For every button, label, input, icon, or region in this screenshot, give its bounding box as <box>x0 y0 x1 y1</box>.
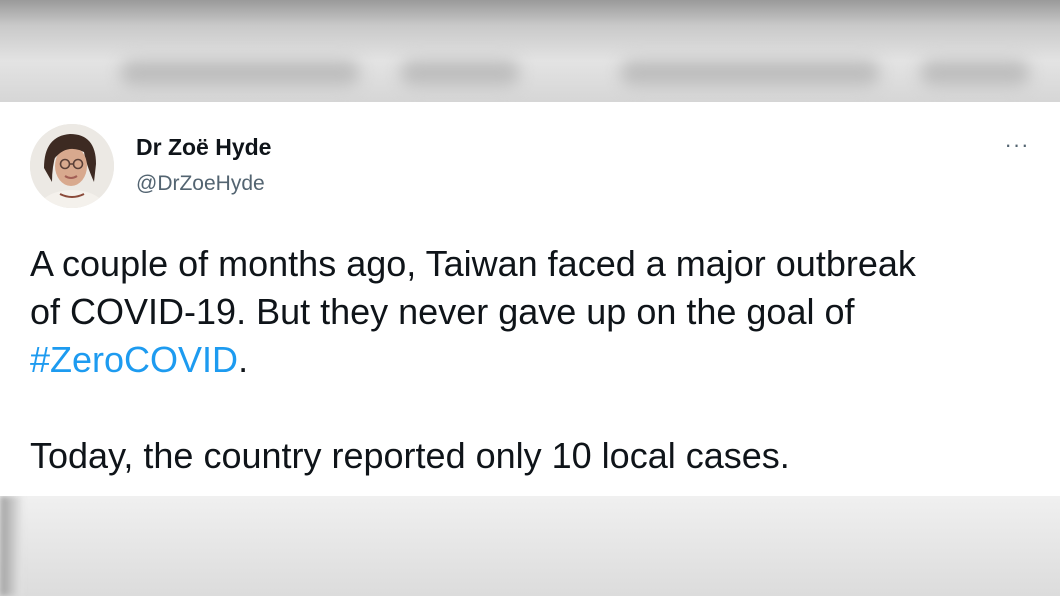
more-options-button[interactable]: ··· <box>994 130 1040 160</box>
avatar[interactable] <box>30 124 114 208</box>
tweet-line-2: of COVID-19. But they never gave up on t… <box>30 291 855 332</box>
hashtag-suffix: . <box>238 339 249 380</box>
tweet-text: A couple of months ago, Taiwan faced a m… <box>30 240 1050 480</box>
tweet-paragraph-2: Today, the country reported only 10 loca… <box>30 435 790 476</box>
author-handle[interactable]: @DrZoeHyde <box>136 172 265 196</box>
profile-photo <box>30 124 114 208</box>
author-name[interactable]: Dr Zoë Hyde <box>136 134 271 161</box>
tweet-card: Dr Zoë Hyde @DrZoeHyde ··· A couple of m… <box>0 102 1060 496</box>
blurred-background-top <box>0 0 1060 102</box>
hashtag-link[interactable]: #ZeroCOVID <box>30 339 238 380</box>
more-horizontal-icon: ··· <box>1004 132 1030 157</box>
tweet-line-1: A couple of months ago, Taiwan faced a m… <box>30 243 916 284</box>
blurred-background-bottom <box>0 496 1060 596</box>
